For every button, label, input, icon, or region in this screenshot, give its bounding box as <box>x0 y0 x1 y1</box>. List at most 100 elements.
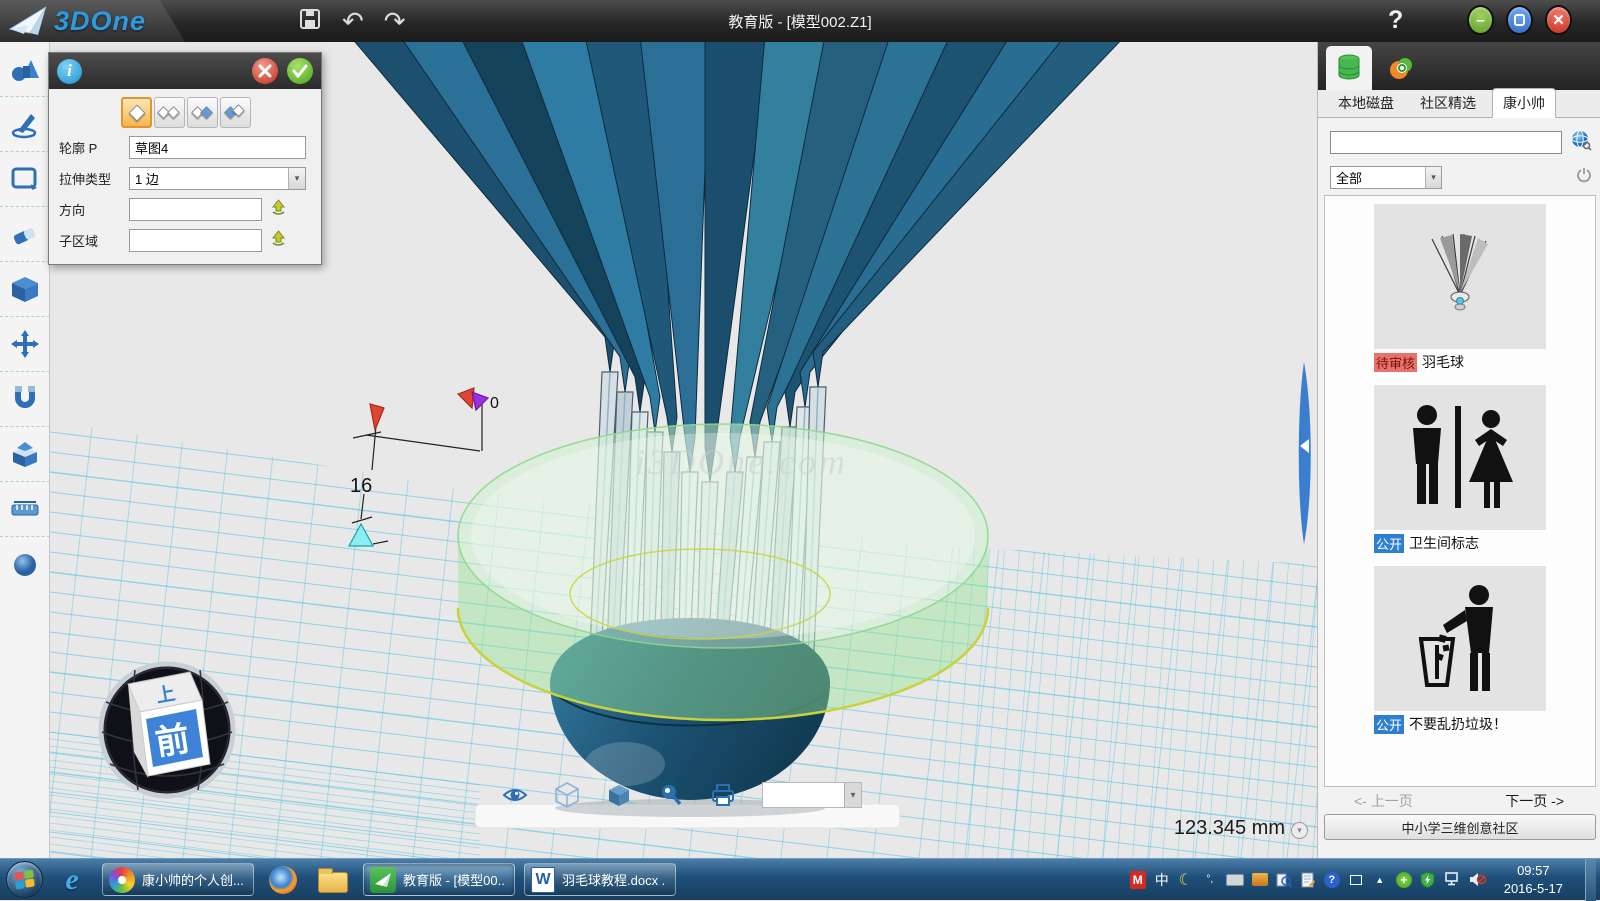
next-page-button[interactable]: 下一页 -> <box>1505 791 1564 811</box>
view-preset-combobox[interactable]: ▾ <box>762 782 862 808</box>
toolbox-tray-icon[interactable] <box>1252 871 1268 889</box>
visibility-eye-icon[interactable] <box>502 782 528 808</box>
tray-clock[interactable]: 09:57 2016-5-17 <box>1494 862 1573 897</box>
taskbar-button-3done[interactable]: 教育版 - [模型00... <box>363 863 515 896</box>
shaded-display-icon[interactable] <box>606 782 632 808</box>
refresh-power-icon[interactable] <box>1576 167 1592 188</box>
drag-cone-red[interactable] <box>370 404 384 430</box>
keyboard-tray-icon[interactable] <box>1226 871 1244 889</box>
subtab-local-disk[interactable]: 本地磁盘 <box>1328 89 1404 117</box>
prev-page-button[interactable]: <- 上一页 <box>1354 791 1413 811</box>
library-search-input[interactable] <box>1330 131 1562 154</box>
drag-cone-cyan[interactable] <box>349 524 373 546</box>
select-arrow-icon[interactable]: ▾ <box>288 168 305 189</box>
solids-tool-icon[interactable] <box>0 42 50 97</box>
library-item[interactable]: 待审核 羽毛球 <box>1374 204 1546 372</box>
category-filter-select[interactable]: 全部 ▾ <box>1330 166 1442 189</box>
save-button[interactable] <box>298 7 322 36</box>
search-doc-tray-icon[interactable] <box>1276 871 1292 889</box>
dialog-cancel-button[interactable] <box>252 58 278 84</box>
zoom-magnifier-icon[interactable] <box>658 782 684 808</box>
network-tray-icon[interactable] <box>1444 871 1461 889</box>
dialog-ok-button[interactable] <box>287 58 313 84</box>
minimize-button[interactable]: – <box>1467 5 1494 35</box>
firefox-icon[interactable] <box>262 862 304 898</box>
library-item[interactable]: 公开 卫生间标志 <box>1374 385 1546 553</box>
print-icon[interactable] <box>710 782 736 808</box>
origin-label: 0 <box>490 395 499 412</box>
library-item[interactable]: 公开 不要乱扔垃圾！ <box>1374 566 1546 734</box>
extrude-mode-4-button[interactable] <box>220 97 251 128</box>
extrude-mode-1-button[interactable] <box>121 97 152 128</box>
combo-arrow-icon[interactable]: ▾ <box>844 783 861 807</box>
undo-button[interactable]: ↶ <box>342 8 364 34</box>
library-item-list: 待审核 羽毛球 公开 卫生间标志 公开 不要乱扔垃圾！ <box>1324 195 1596 787</box>
ime-status-icon[interactable]: °, <box>1202 871 1218 889</box>
feature-cube-tool-icon[interactable] <box>0 262 50 317</box>
volume-muted-icon[interactable] <box>1469 871 1486 889</box>
drag-cone-purple[interactable] <box>472 392 488 410</box>
direction-pick-icon[interactable] <box>270 199 287 221</box>
tab-local-library[interactable] <box>1326 46 1372 90</box>
extrude-dialog-header: i <box>49 53 321 89</box>
panel-collapse-handle[interactable] <box>1299 362 1311 544</box>
extrude-dialog: i 轮廓 P 拉伸类型 1 边 ▾ 方向 <box>48 52 322 265</box>
scale-readout: 123.345 mm <box>1135 817 1285 840</box>
app-logo-text: 3DOne <box>54 6 146 37</box>
notes-tray-icon[interactable] <box>1300 871 1316 889</box>
sketch-plane-tool-icon[interactable] <box>0 152 50 207</box>
shield-tray-icon[interactable] <box>1420 871 1436 889</box>
clock-date: 2016-5-17 <box>1504 880 1563 898</box>
drag-cone-red2[interactable] <box>458 388 474 408</box>
subtab-community-featured[interactable]: 社区精选 <box>1410 89 1486 117</box>
wireframe-display-icon[interactable] <box>554 782 580 808</box>
thumbnail-no-littering-sign[interactable] <box>1374 566 1546 711</box>
sketch-tool-icon[interactable] <box>0 97 50 152</box>
thumbnail-restroom-sign[interactable] <box>1374 385 1546 530</box>
tab-community-library[interactable] <box>1378 46 1424 90</box>
status-badge: 公开 <box>1374 715 1404 734</box>
redo-button[interactable]: ↷ <box>384 8 406 34</box>
tray-expand-icon[interactable]: ▲ <box>1372 871 1388 889</box>
subtab-user[interactable]: 康小帅 <box>1492 88 1556 118</box>
direction-input[interactable] <box>129 198 262 221</box>
move-tool-icon[interactable] <box>0 317 50 372</box>
subregion-input[interactable] <box>129 229 262 252</box>
filter-arrow-icon[interactable]: ▾ <box>1425 167 1441 188</box>
subregion-pick-icon[interactable] <box>270 230 287 252</box>
material-sphere-tool-icon[interactable] <box>0 537 50 592</box>
explorer-folder-icon[interactable] <box>312 862 354 898</box>
close-button[interactable]: ✕ <box>1545 5 1572 35</box>
view-cube-top-label[interactable]: 上 <box>154 682 177 707</box>
magnet-assembly-tool-icon[interactable] <box>0 372 50 427</box>
taskbar-button-browser[interactable]: 康小帅的个人创... <box>102 863 254 896</box>
start-button[interactable] <box>6 861 43 898</box>
combine-tool-icon[interactable] <box>0 427 50 482</box>
restore-button[interactable] <box>1506 5 1533 35</box>
help-tray-icon[interactable]: ? <box>1324 872 1340 888</box>
extrude-mode-2-button[interactable] <box>154 97 185 128</box>
mathtype-tray-icon[interactable]: M <box>1130 871 1146 889</box>
internet-explorer-icon[interactable]: e <box>51 862 93 898</box>
ime-language-icon[interactable]: 中 <box>1154 871 1170 889</box>
dimension-label[interactable]: 16 <box>350 475 372 497</box>
view-cube[interactable]: 上 前 <box>101 664 233 796</box>
help-button[interactable]: ? <box>1388 6 1403 35</box>
left-toolbar <box>0 42 50 858</box>
scale-options-icon[interactable]: ▾ <box>1291 822 1308 839</box>
extrude-mode-3-button[interactable] <box>187 97 218 128</box>
view-cube-front-label[interactable]: 前 <box>153 720 193 763</box>
search-globe-icon[interactable] <box>1570 129 1592 156</box>
thumbnail-shuttlecock[interactable] <box>1374 204 1546 349</box>
window-popup-tray-icon[interactable] <box>1348 871 1364 889</box>
show-desktop-button[interactable] <box>1585 859 1596 901</box>
moon-tray-icon[interactable]: ☾ <box>1178 871 1194 889</box>
safety-tray-icon[interactable]: + <box>1396 872 1412 888</box>
measure-tool-icon[interactable] <box>0 482 50 537</box>
extrude-type-select[interactable]: 1 边 ▾ <box>129 167 306 190</box>
profile-input[interactable] <box>129 136 306 159</box>
community-link-button[interactable]: 中小学三维创意社区 <box>1324 814 1596 840</box>
eraser-tool-icon[interactable] <box>0 207 50 262</box>
taskbar-button-word[interactable]: W 羽毛球教程.docx ... <box>524 863 676 896</box>
info-icon[interactable]: i <box>57 59 82 84</box>
